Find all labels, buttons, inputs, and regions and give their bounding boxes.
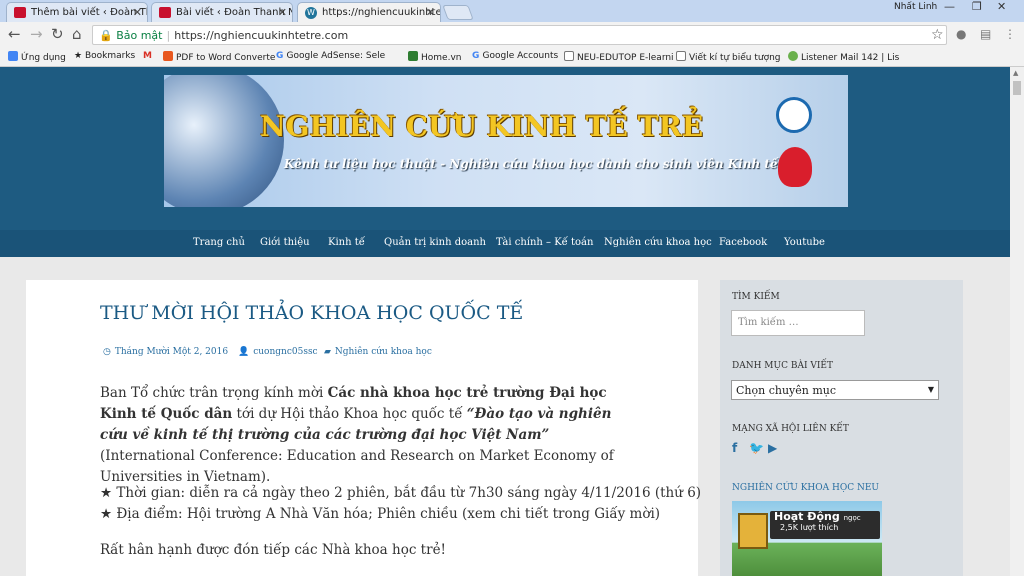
user-icon: 👤 xyxy=(238,347,250,357)
menu-item-about[interactable]: Giới thiệu xyxy=(260,237,310,248)
menu-item-facebook[interactable]: Facebook xyxy=(719,237,767,248)
menu-item-home[interactable]: Trang chủ xyxy=(193,237,245,248)
neu-facebook-widget[interactable]: Hoạt Động ngọc 2,5K lượt thích xyxy=(732,501,882,576)
youth-union-logo-icon xyxy=(778,147,812,187)
banner-subtitle: Kênh tư liệu học thuật - Nghiên cứu khoa… xyxy=(284,157,778,171)
tab-1[interactable]: Thêm bài viết ‹ Đoàn Thanh ✕ xyxy=(6,2,148,22)
site-banner[interactable]: NGHIÊN CỨU KINH TẾ TRẺ Kênh tư liệu học … xyxy=(164,75,848,207)
minimize-icon[interactable]: — xyxy=(944,0,955,14)
listener-icon xyxy=(788,51,798,61)
university-logo-icon xyxy=(776,97,812,133)
doan-thanh-nien-icon xyxy=(14,7,26,18)
extension-icon[interactable]: ● xyxy=(956,27,966,41)
post-category[interactable]: ▰ Nghiên cứu khoa học xyxy=(324,347,432,357)
menu-item-finance[interactable]: Tài chính – Kế toán xyxy=(496,237,593,248)
tab-title: https://nghiencuukinhte xyxy=(322,7,441,18)
wordpress-icon: W xyxy=(305,7,317,19)
post-paragraph-1: Ban Tổ chức trân trọng kính mời Các nhà … xyxy=(100,385,614,485)
category-heading: DANH MỤC BÀI VIẾT xyxy=(732,361,834,371)
chevron-down-icon: ▼ xyxy=(927,385,934,394)
page-scrollbar[interactable]: ▲ xyxy=(1010,67,1024,576)
scroll-up-icon[interactable]: ▲ xyxy=(1013,69,1018,77)
neu-heading: NGHIÊN CỨU KHOA HỌC NEU xyxy=(732,483,880,493)
bookmark-item[interactable]: NEU-EDUTOP E-learni xyxy=(564,51,674,63)
tab-title: Bài viết ‹ Đoàn Thanh Niê xyxy=(176,7,293,18)
widget-likes: 2,5K lượt thích xyxy=(780,523,839,532)
url-text: https://nghiencuukinhtetre.com xyxy=(174,29,349,42)
book-icon xyxy=(738,513,768,549)
bookmark-item[interactable]: Ứng dụng xyxy=(8,51,66,63)
doan-thanh-nien-icon xyxy=(159,7,171,18)
clock-icon: ◷ xyxy=(103,347,111,357)
extension-icon[interactable]: ▤ xyxy=(980,27,991,41)
twitter-icon[interactable]: 🐦 xyxy=(749,441,764,455)
post-paragraph-3: Rất hân hạnh được đón tiếp các Nhà khoa … xyxy=(100,542,446,558)
address-bar[interactable]: 🔒 Bảo mật | https://nghiencuukinhtetre.com xyxy=(92,25,947,45)
gmail-icon[interactable]: M xyxy=(143,51,152,61)
google-icon: G xyxy=(472,51,483,61)
bookmark-item[interactable]: Listener Mail 142 | Lis xyxy=(788,51,899,63)
youtube-icon[interactable]: ▶ xyxy=(768,441,777,455)
new-tab-button[interactable] xyxy=(442,5,474,20)
menu-item-business[interactable]: Quản trị kinh doanh xyxy=(384,237,486,248)
bookmark-item[interactable]: Viết kí tự biểu tượng xyxy=(676,51,781,63)
social-heading: MẠNG XÃ HỘI LIÊN KẾT xyxy=(732,424,849,434)
maximize-icon[interactable]: ❐ xyxy=(972,0,982,14)
bookmark-item[interactable]: G Google AdSense: Sele xyxy=(276,51,385,61)
lock-icon: 🔒 xyxy=(99,29,113,42)
bookmark-item[interactable]: G Google Accounts xyxy=(472,51,558,61)
pdf-icon xyxy=(163,51,173,61)
forward-icon[interactable]: → xyxy=(30,25,43,43)
bookmark-star-icon[interactable]: ☆ xyxy=(931,27,944,43)
widget-title: Hoạt Động ngọc xyxy=(774,510,861,523)
secure-label: Bảo mật xyxy=(116,29,163,42)
tab-2[interactable]: Bài viết ‹ Đoàn Thanh Niê ✕ xyxy=(151,2,293,22)
post-title[interactable]: THƯ MỜI HỘI THẢO KHOA HỌC QUỐC TẾ xyxy=(100,302,523,324)
close-tab-icon[interactable]: ✕ xyxy=(426,6,435,19)
bookmark-item[interactable]: ★ Bookmarks xyxy=(74,51,135,61)
reload-icon[interactable]: ↻ xyxy=(51,25,64,43)
category-select[interactable]: Chọn chuyên mục ▼ xyxy=(731,380,939,400)
tab-title: Thêm bài viết ‹ Đoàn Thanh xyxy=(31,7,147,18)
close-window-icon[interactable]: ✕ xyxy=(997,0,1006,14)
scrollbar-thumb[interactable] xyxy=(1013,81,1021,95)
search-input[interactable]: Tìm kiếm … xyxy=(731,310,865,336)
tab-3-active[interactable]: W https://nghiencuukinhte ✕ xyxy=(297,2,441,22)
menu-icon[interactable]: ⋮ xyxy=(1004,27,1016,41)
home-icon[interactable]: ⌂ xyxy=(72,25,82,43)
homevn-icon xyxy=(408,51,418,61)
page-icon xyxy=(676,51,686,61)
post-author[interactable]: 👤 cuongnc05ssc xyxy=(238,347,318,357)
site-header: NGHIÊN CỨU KINH TẾ TRẺ Kênh tư liệu học … xyxy=(0,67,1010,230)
menu-item-economics[interactable]: Kinh tế xyxy=(328,237,365,248)
facebook-icon[interactable]: f xyxy=(732,441,737,455)
search-heading: TÌM KIẾM xyxy=(732,292,780,302)
post-time-line: ★ Thời gian: diễn ra cả ngày theo 2 phiê… xyxy=(100,485,702,501)
folder-icon: ▰ xyxy=(324,347,331,357)
page-icon xyxy=(564,51,574,61)
back-icon[interactable]: ← xyxy=(8,25,21,43)
menu-item-youtube[interactable]: Youtube xyxy=(784,237,825,248)
banner-title: NGHIÊN CỨU KINH TẾ TRẺ xyxy=(260,110,704,143)
google-icon: G xyxy=(276,51,287,61)
profile-name[interactable]: Nhất Linh xyxy=(894,2,937,12)
bookmark-item[interactable]: PDF to Word Converte xyxy=(163,51,275,63)
close-tab-icon[interactable]: ✕ xyxy=(278,6,287,19)
star-icon: ★ xyxy=(74,51,85,61)
post-date[interactable]: ◷ Tháng Mười Một 2, 2016 xyxy=(103,347,228,357)
apps-icon xyxy=(8,51,18,61)
close-tab-icon[interactable]: ✕ xyxy=(133,6,142,19)
bookmark-item[interactable]: Home.vn xyxy=(408,51,461,63)
menu-item-research[interactable]: Nghiên cứu khoa học xyxy=(604,237,712,248)
post-venue-line: ★ Địa điểm: Hội trường A Nhà Văn hóa; Ph… xyxy=(100,506,661,522)
